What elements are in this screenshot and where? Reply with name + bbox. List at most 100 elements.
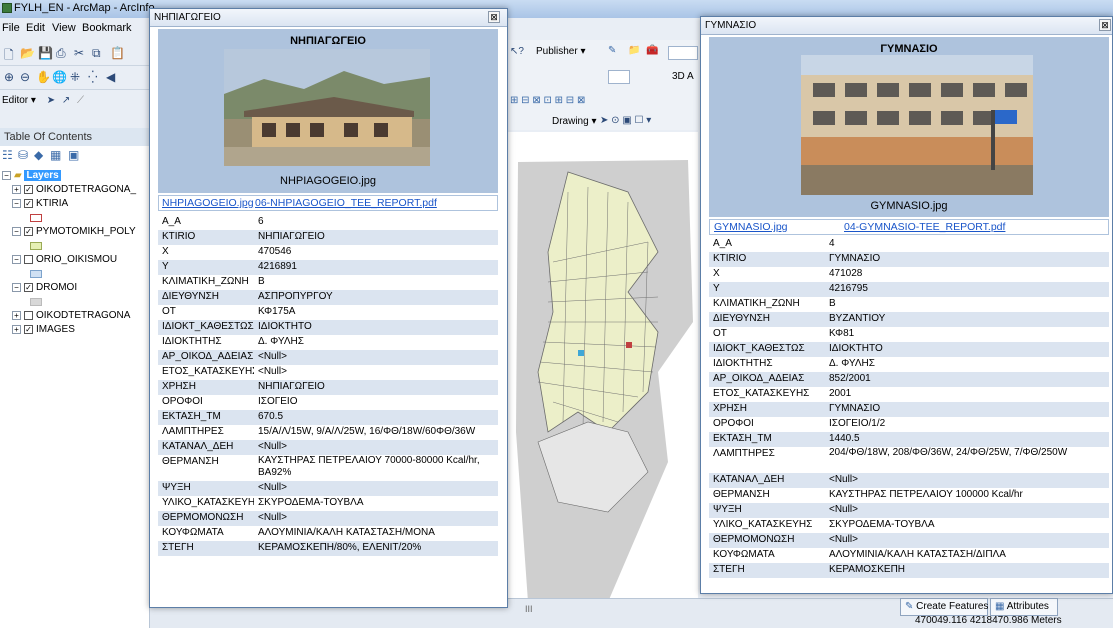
list-by-visibility-icon[interactable]: ◆ <box>34 148 43 162</box>
catalog-icon[interactable]: 📁 <box>628 45 640 56</box>
attribute-row: ΨΥΞΗ <Null> <box>709 503 1109 518</box>
attribute-field-name: ΔΙΕΥΘΥΝΣΗ <box>158 290 254 305</box>
attribute-row: ΑΡ_ΟΙΚΟΔ_ΑΔΕΙΑΣ 852/2001 <box>709 372 1109 387</box>
toc-layer-pymotomikh[interactable]: − ✓ PYMOTOMIKH_POLY <box>12 226 136 237</box>
layer-name: OIKODTETRAGONA <box>36 310 131 321</box>
dromoi-symbol[interactable] <box>30 298 42 306</box>
attribute-field-name: ΨΥΞΗ <box>709 503 825 518</box>
expand-toggle[interactable]: + <box>12 310 21 320</box>
menu-view[interactable]: View <box>52 22 76 34</box>
attribute-field-value: ΓΥΜΝΑΣΙΟ <box>825 252 1109 267</box>
layer-dropdown[interactable] <box>608 70 630 84</box>
select-elements-icon[interactable]: ➤ ⊙ ▣ ☐ ▾ <box>600 115 651 126</box>
popup-heading: ΝΗΠΙΑΓΩΓΕΙΟ <box>290 35 366 47</box>
toc-layer-oikodtetragona-1[interactable]: + ✓ OIKODTETRAGONA_ <box>12 184 136 195</box>
horizontal-scrollbar-grip[interactable]: III <box>525 604 533 614</box>
image-link[interactable]: NHPIAGOGEIO.jpg <box>162 197 254 209</box>
pymotomikh-symbol[interactable] <box>30 242 42 250</box>
scale-box[interactable] <box>668 46 698 60</box>
fixed-zoom-out-icon[interactable]: ⁛ <box>88 70 98 84</box>
toc-layer-oikodtetragona-2[interactable]: + OIKODTETRAGONA <box>12 310 130 321</box>
zoom-in-icon[interactable]: ⊕ <box>4 70 14 84</box>
report-pdf-link[interactable]: 04-GYMNASIO-TEE_REPORT.pdf <box>844 221 1005 233</box>
attribute-row: ΙΔΙΟΚΤΗΤΗΣ Δ. ΦΥΛΗΣ <box>158 335 498 350</box>
list-by-selection-icon[interactable]: ▦ <box>50 148 61 162</box>
editor-toolbar-icon[interactable]: ✎ <box>608 45 616 56</box>
collapse-toggle[interactable]: − <box>12 254 21 264</box>
popup-titlebar[interactable]: ΝΗΠΙΑΓΩΓΕΙΟ ⊠ <box>150 9 507 27</box>
arctoolbox-icon[interactable]: 🧰 <box>646 45 658 56</box>
attribute-field-value: ΚΕΡΑΜΟΣΚΕΠΗ <box>825 563 1109 578</box>
open-icon[interactable]: 📂 <box>20 46 35 60</box>
editor-menu[interactable]: Editor ▾ <box>2 95 36 106</box>
copy-icon[interactable]: ⧉ <box>92 46 101 61</box>
menu-edit[interactable]: Edit <box>26 22 45 34</box>
pan-icon[interactable]: ✋ <box>36 70 51 84</box>
attribute-row: ΟΡΟΦΟΙ ΙΣΟΓΕΙΟ <box>158 395 498 410</box>
menu-file[interactable]: File <box>2 22 20 34</box>
visibility-checkbox[interactable]: ✓ <box>24 198 33 208</box>
map-view[interactable] <box>508 132 698 600</box>
full-extent-icon[interactable]: 🌐 <box>52 70 67 84</box>
visibility-checkbox[interactable] <box>24 254 33 264</box>
visibility-checkbox[interactable]: ✓ <box>24 184 33 194</box>
publisher-menu[interactable]: Publisher ▾ <box>536 46 586 57</box>
paste-icon[interactable]: 📋 <box>110 46 125 60</box>
menu-bookmarks[interactable]: Bookmark <box>82 22 132 34</box>
help-arrow-icon[interactable]: ↖? <box>510 46 524 57</box>
close-icon[interactable]: ⊠ <box>488 11 500 23</box>
attribute-field-name: ΑΡ_ΟΙΚΟΔ_ΑΔΕΙΑΣ <box>709 372 825 387</box>
building-photo[interactable] <box>801 55 1033 195</box>
visibility-checkbox[interactable]: ✓ <box>24 226 33 236</box>
straight-segment-icon[interactable]: ⟋ <box>77 95 84 106</box>
print-icon[interactable]: ⎙ <box>56 46 66 61</box>
toc-layer-dromoi[interactable]: − ✓ DROMOI <box>12 282 77 293</box>
new-document-icon[interactable]: 🗋 <box>4 46 14 67</box>
image-link[interactable]: GYMNASIO.jpg <box>714 221 788 233</box>
attribute-row: ΘΕΡΜΟΜΟΝΩΣΗ <Null> <box>158 511 498 526</box>
building-photo[interactable] <box>224 49 430 166</box>
attribute-field-name: ΚΛΙΜΑΤΙΚΗ_ΖΩΝΗ <box>162 276 249 287</box>
visibility-checkbox[interactable]: ✓ <box>24 282 33 292</box>
georef-tools-icon[interactable]: ⊞ ⊟ ⊠ ⊡ ⊞ ⊟ ⊠ <box>510 95 585 106</box>
back-arrow-icon[interactable]: ◀ <box>106 70 115 84</box>
collapse-toggle[interactable]: − <box>12 282 21 292</box>
expand-toggle[interactable]: + <box>12 324 21 334</box>
fixed-zoom-in-icon[interactable]: ⁜ <box>70 70 80 84</box>
orio-oikismou-symbol[interactable] <box>30 270 42 278</box>
status-coordinates: 470049.116 4218470.986 Meters <box>915 615 1062 626</box>
tab-attributes[interactable]: ▦ Attributes <box>990 598 1058 616</box>
save-icon[interactable]: 💾 <box>38 46 53 60</box>
attribute-row: ΣΤΕΓΗ ΚΕΡΑΜΟΣΚΕΠΗ <box>709 563 1109 578</box>
collapse-toggle[interactable]: − <box>12 198 21 208</box>
edit-annotation-icon[interactable]: ↗ <box>62 95 70 106</box>
toc-layer-ktiria[interactable]: − ✓ KTIRIA <box>12 198 68 209</box>
list-by-source-icon[interactable]: ⛁ <box>18 148 28 162</box>
attribute-row: ΘΕΡΜΟΜΟΝΩΣΗ <Null> <box>709 533 1109 548</box>
attribute-field-name: KTIRIO <box>158 230 254 245</box>
collapse-toggle[interactable]: − <box>12 226 21 236</box>
drawing-menu[interactable]: Drawing ▾ <box>552 116 596 127</box>
list-by-drawing-order-icon[interactable]: ☷ <box>2 148 13 162</box>
3d-analyst-label[interactable]: 3D A <box>672 71 694 82</box>
zoom-out-icon[interactable]: ⊖ <box>20 70 30 84</box>
edit-tool-icon[interactable]: ➤ <box>47 95 55 106</box>
toc-root-layers[interactable]: − ▰ Layers <box>2 170 61 181</box>
attribute-field-value: ΚΑΥΣΤΗΡΑΣ ΠΕΤΡΕΛΑΙΟΥ 70000-80000 Kcal/hr… <box>258 455 480 478</box>
identify-popup-nipiagogeio: ΝΗΠΙΑΓΩΓΕΙΟ ⊠ ΝΗΠΙΑΓΩΓΕΙΟ NHPIAGOGEIO.jp… <box>149 8 508 608</box>
attribute-field-value: 15/Α/Λ/15W, 9/Α/Λ/25W, 16/ΦΘ/18W/60ΦΘ/36… <box>258 426 476 437</box>
visibility-checkbox[interactable] <box>24 310 33 320</box>
toc-layer-orio-oikismou[interactable]: − ORIO_OIKISMOU <box>12 254 117 265</box>
toc-layer-images[interactable]: + ✓ IMAGES <box>12 324 75 335</box>
options-icon[interactable]: ▣ <box>68 148 79 162</box>
cut-icon[interactable]: ✂ <box>74 46 84 60</box>
popup-titlebar[interactable]: ΓΥΜΝΑΣΙΟ ⊠ <box>701 17 1112 35</box>
attribute-row: ΘΕΡΜΑΝΣΗ ΚΑΥΣΤΗΡΑΣ ΠΕΤΡΕΛΑΙΟΥ 70000-80000… <box>158 455 498 481</box>
expand-toggle[interactable]: + <box>12 184 21 194</box>
report-pdf-link[interactable]: 06-NHPIAGOGEIO_TEE_REPORT.pdf <box>255 197 437 209</box>
visibility-checkbox[interactable]: ✓ <box>24 324 33 334</box>
close-icon[interactable]: ⊠ <box>1099 19 1111 31</box>
collapse-toggle[interactable]: − <box>2 170 11 180</box>
ktiria-symbol[interactable] <box>30 214 42 222</box>
tab-create-features[interactable]: ✎ Create Features <box>900 598 988 616</box>
